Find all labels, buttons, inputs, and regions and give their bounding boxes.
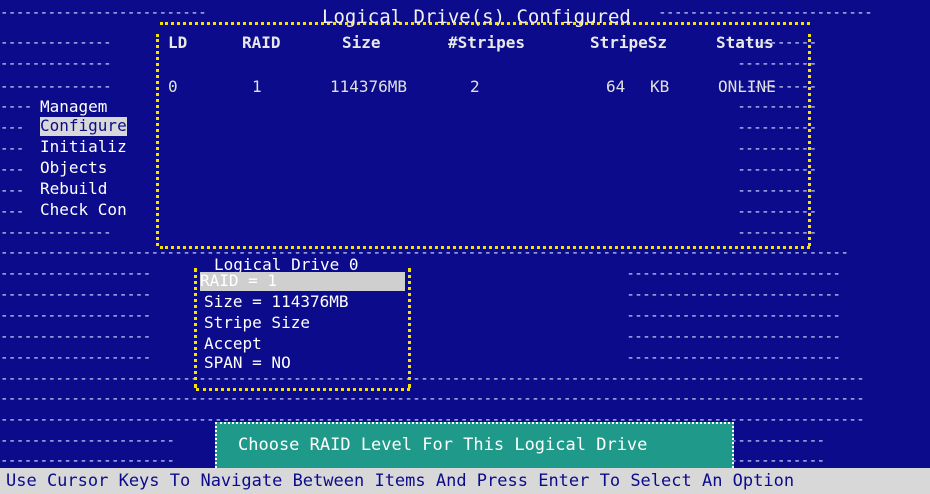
column-header-size: Size [342, 33, 381, 52]
bg-dash-row: ----------------------------------------… [0, 391, 865, 407]
bg-dash-row: ------------------- --------------------… [0, 266, 841, 282]
column-header-stripes: #Stripes [448, 33, 526, 52]
menu-item-initialize[interactable]: Initializ [40, 138, 127, 156]
menu-item-objects[interactable]: Objects [40, 159, 107, 177]
popup-item-size[interactable]: Size = 114376MB [204, 293, 349, 311]
cell-size: 114376MB [330, 77, 408, 96]
table-title: Logical Drive(s) Configured [322, 6, 631, 28]
table-border-bottom [160, 246, 810, 249]
status-message: Choose RAID Level For This Logical Drive [238, 435, 648, 455]
help-text: Use Cursor Keys To Navigate Between Item… [6, 471, 795, 491]
cell-stripesz-unit: KB [650, 77, 670, 96]
bg-dash-row: --- ---------- [0, 183, 817, 199]
table-border-left [156, 34, 159, 246]
menu-item-configure[interactable]: Configure [40, 117, 127, 136]
bg-dash-row: -------------- ---------- [0, 79, 817, 95]
bg-dash-row: ------------------- --------------------… [0, 350, 841, 366]
popup-border-left [194, 268, 197, 388]
cell-stripesz: 64 [606, 77, 626, 96]
column-header-stripesz: StripeSz [590, 33, 668, 52]
menu-item-rebuild[interactable]: Rebuild [40, 180, 107, 198]
popup-item-stripe-size[interactable]: Stripe Size [204, 314, 310, 332]
table-border-right [808, 34, 811, 246]
menu-item-check-consistency[interactable]: Check Con [40, 201, 127, 219]
bg-dash-row: --- ---------- [0, 162, 817, 178]
popup-item-accept[interactable]: Accept [204, 335, 262, 353]
popup-item-span[interactable]: SPAN = NO [204, 354, 291, 372]
column-header-raid: RAID [242, 33, 281, 52]
column-header-status: Status [716, 33, 774, 52]
cell-stripes: 2 [470, 77, 480, 96]
menu-item-management[interactable]: Managem [40, 98, 107, 116]
bg-dash-row: -------------- ---------- [0, 35, 817, 51]
cell-raid: 1 [252, 77, 262, 96]
cell-status: ONLINE [718, 77, 776, 96]
raid-bios-screen: { "title": "Logical Drive(s) Configured"… [0, 0, 930, 494]
bg-dash-row: -------------- ---------- [0, 225, 817, 241]
bg-dash-row: ------------------- --------------------… [0, 308, 841, 324]
bg-dash-row: ------------------- --------------------… [0, 287, 841, 303]
popup-border-right [408, 268, 411, 388]
column-header-ld: LD [168, 33, 188, 52]
bg-dash-row: ---- ---------- [0, 99, 817, 115]
bg-dash-row: ----------------------------------------… [0, 371, 865, 387]
bg-dash-row: ------------------- --------------------… [0, 329, 841, 345]
cell-ld: 0 [168, 77, 178, 96]
popup-item-raid[interactable]: RAID = 1 [200, 272, 405, 291]
bg-dash-row: -------------- ---------- [0, 56, 817, 72]
help-bar: Use Cursor Keys To Navigate Between Item… [0, 468, 930, 494]
popup-border-bottom [196, 388, 410, 391]
